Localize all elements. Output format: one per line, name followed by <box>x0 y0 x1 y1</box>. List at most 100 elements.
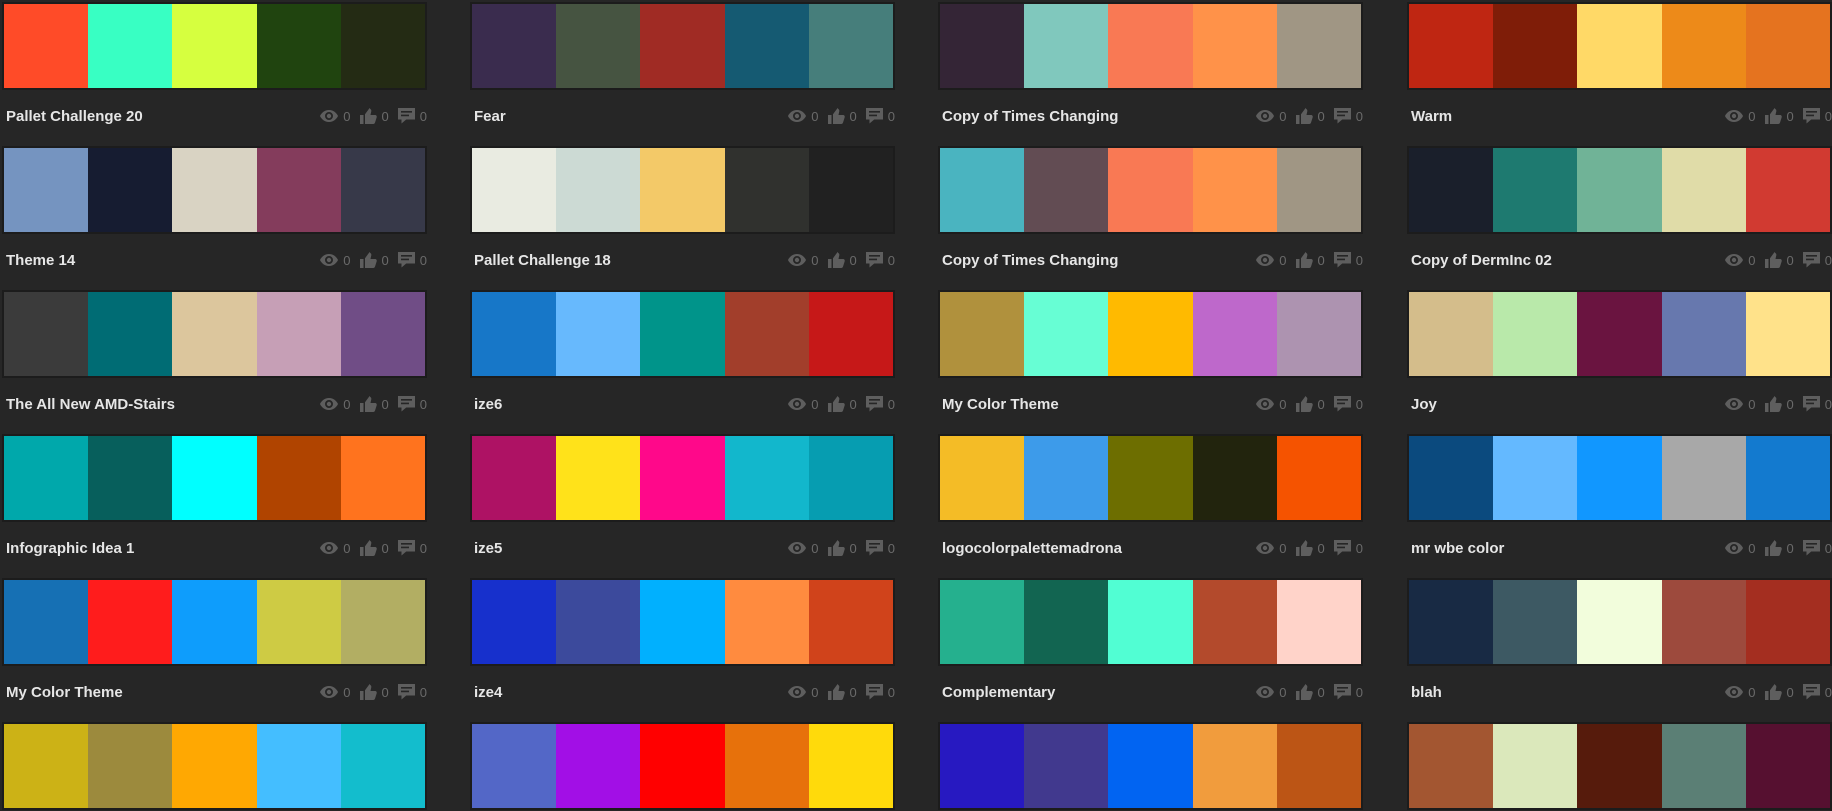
color-swatch[interactable] <box>340 148 426 232</box>
color-swatch[interactable] <box>4 580 89 664</box>
comments-stat[interactable]: 0 <box>397 252 427 268</box>
theme-title[interactable]: Pallet Challenge 18 <box>474 252 779 269</box>
color-swatch-strip[interactable] <box>1407 434 1832 522</box>
comments-stat[interactable]: 0 <box>397 108 427 124</box>
color-swatch[interactable] <box>1108 724 1193 808</box>
views-stat[interactable]: 0 <box>320 253 351 268</box>
comments-stat[interactable]: 0 <box>1333 108 1363 124</box>
color-swatch[interactable] <box>1108 292 1193 376</box>
color-swatch[interactable] <box>340 292 426 376</box>
color-swatch[interactable] <box>472 580 557 664</box>
color-swatch[interactable] <box>808 292 894 376</box>
color-swatch[interactable] <box>88 436 173 520</box>
color-swatch[interactable] <box>1024 148 1109 232</box>
color-swatch-strip[interactable] <box>938 2 1363 90</box>
color-swatch[interactable] <box>640 4 725 88</box>
color-swatch[interactable] <box>556 292 641 376</box>
color-swatch[interactable] <box>556 148 641 232</box>
color-swatch[interactable] <box>1661 4 1746 88</box>
theme-title[interactable]: ize4 <box>474 684 779 701</box>
color-swatch[interactable] <box>472 148 557 232</box>
likes-stat[interactable]: 0 <box>1295 108 1325 124</box>
views-stat[interactable]: 0 <box>788 253 819 268</box>
color-swatch-strip[interactable] <box>2 146 427 234</box>
color-swatch[interactable] <box>1661 148 1746 232</box>
color-swatch[interactable] <box>1276 724 1362 808</box>
color-swatch[interactable] <box>640 148 725 232</box>
color-swatch[interactable] <box>556 4 641 88</box>
color-swatch[interactable] <box>724 724 809 808</box>
comments-stat[interactable]: 0 <box>1333 252 1363 268</box>
color-swatch[interactable] <box>724 292 809 376</box>
color-swatch-strip[interactable] <box>1407 2 1832 90</box>
color-swatch[interactable] <box>940 4 1025 88</box>
likes-stat[interactable]: 0 <box>1764 540 1794 556</box>
color-swatch[interactable] <box>1276 436 1362 520</box>
comments-stat[interactable]: 0 <box>865 252 895 268</box>
color-swatch[interactable] <box>172 580 257 664</box>
color-swatch[interactable] <box>88 724 173 808</box>
color-swatch[interactable] <box>1661 580 1746 664</box>
color-swatch[interactable] <box>940 148 1025 232</box>
theme-title[interactable]: blah <box>1411 684 1716 701</box>
color-swatch[interactable] <box>1577 436 1662 520</box>
likes-stat[interactable]: 0 <box>827 684 857 700</box>
likes-stat[interactable]: 0 <box>827 252 857 268</box>
color-swatch-strip[interactable] <box>2 722 427 810</box>
comments-stat[interactable]: 0 <box>865 540 895 556</box>
views-stat[interactable]: 0 <box>1256 397 1287 412</box>
color-swatch[interactable] <box>1577 148 1662 232</box>
color-swatch[interactable] <box>88 148 173 232</box>
likes-stat[interactable]: 0 <box>827 540 857 556</box>
color-swatch[interactable] <box>340 724 426 808</box>
color-swatch[interactable] <box>1276 580 1362 664</box>
theme-title[interactable]: Infographic Idea 1 <box>6 540 311 557</box>
likes-stat[interactable]: 0 <box>359 252 389 268</box>
color-swatch[interactable] <box>640 292 725 376</box>
color-swatch[interactable] <box>88 292 173 376</box>
color-swatch[interactable] <box>1108 580 1193 664</box>
color-swatch-strip[interactable] <box>1407 578 1832 666</box>
color-swatch[interactable] <box>1577 580 1662 664</box>
color-swatch[interactable] <box>256 436 341 520</box>
color-swatch[interactable] <box>256 4 341 88</box>
views-stat[interactable]: 0 <box>788 685 819 700</box>
color-swatch[interactable] <box>724 580 809 664</box>
theme-title[interactable]: Pallet Challenge 20 <box>6 108 311 125</box>
color-swatch[interactable] <box>1493 292 1578 376</box>
color-swatch-strip[interactable] <box>938 146 1363 234</box>
color-swatch[interactable] <box>1108 148 1193 232</box>
color-swatch[interactable] <box>256 580 341 664</box>
views-stat[interactable]: 0 <box>1725 397 1756 412</box>
theme-title[interactable]: My Color Theme <box>942 396 1247 413</box>
color-swatch[interactable] <box>1493 4 1578 88</box>
color-swatch[interactable] <box>1745 292 1831 376</box>
color-swatch[interactable] <box>172 4 257 88</box>
theme-title[interactable]: ize5 <box>474 540 779 557</box>
color-swatch[interactable] <box>172 436 257 520</box>
color-swatch[interactable] <box>472 292 557 376</box>
color-swatch[interactable] <box>1409 148 1494 232</box>
likes-stat[interactable]: 0 <box>1295 396 1325 412</box>
color-swatch[interactable] <box>1577 724 1662 808</box>
color-swatch[interactable] <box>1577 292 1662 376</box>
views-stat[interactable]: 0 <box>320 397 351 412</box>
color-swatch[interactable] <box>640 436 725 520</box>
color-swatch[interactable] <box>4 4 89 88</box>
color-swatch[interactable] <box>1192 148 1277 232</box>
color-swatch[interactable] <box>1661 436 1746 520</box>
color-swatch[interactable] <box>1024 724 1109 808</box>
theme-title[interactable]: Theme 14 <box>6 252 311 269</box>
likes-stat[interactable]: 0 <box>1295 540 1325 556</box>
color-swatch[interactable] <box>256 292 341 376</box>
comments-stat[interactable]: 0 <box>865 108 895 124</box>
views-stat[interactable]: 0 <box>788 109 819 124</box>
comments-stat[interactable]: 0 <box>1333 540 1363 556</box>
theme-title[interactable]: Joy <box>1411 396 1716 413</box>
color-swatch[interactable] <box>1024 292 1109 376</box>
likes-stat[interactable]: 0 <box>827 396 857 412</box>
views-stat[interactable]: 0 <box>320 685 351 700</box>
color-swatch-strip[interactable] <box>470 578 895 666</box>
color-swatch[interactable] <box>1024 580 1109 664</box>
color-swatch[interactable] <box>1493 724 1578 808</box>
